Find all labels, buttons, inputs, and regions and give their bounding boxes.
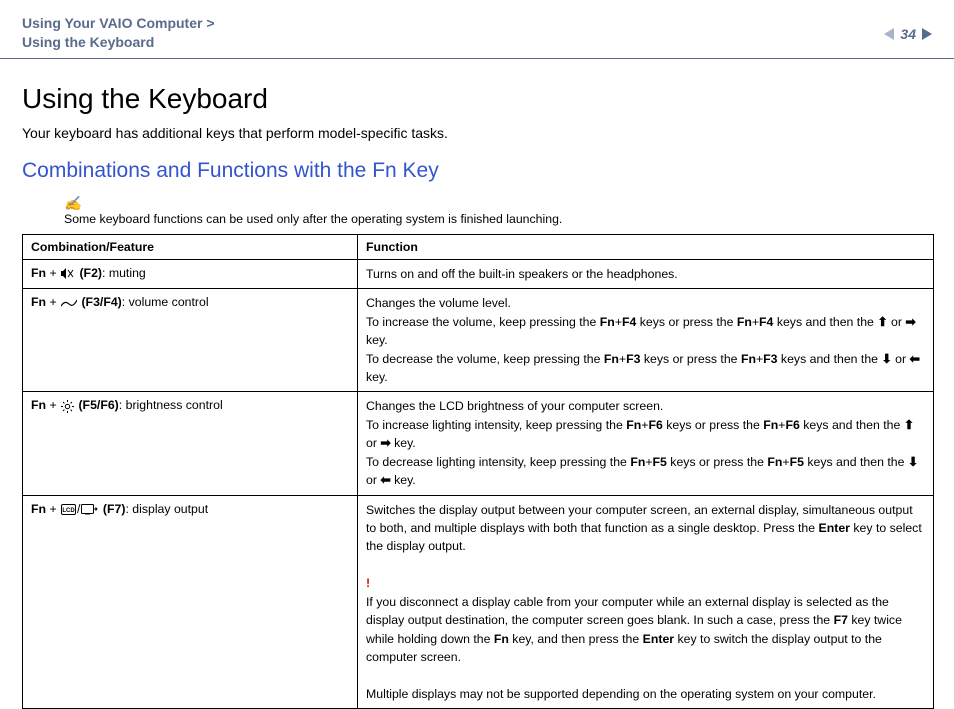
cell-function: Switches the display output between your…	[358, 495, 934, 709]
arrow-up-icon: ⬆	[877, 315, 887, 329]
table-row: Fn + (F2): muting Turns on and off the b…	[23, 259, 934, 288]
cell-combination: Fn + (F3/F4): volume control	[23, 289, 358, 392]
page-number: 34	[900, 26, 916, 42]
table-row: Fn + (F5/F6): brightness control Changes…	[23, 392, 934, 495]
fn-key-label: Fn	[31, 398, 46, 412]
arrow-down-icon: ⬇	[908, 455, 918, 469]
fn-key-label: Fn	[31, 502, 46, 516]
intro-text: Your keyboard has additional keys that p…	[22, 125, 932, 141]
col-header-function: Function	[358, 234, 934, 259]
volume-icon	[61, 298, 77, 308]
key-name: (F3/F4)	[78, 295, 122, 309]
arrow-left-icon: ⬅	[910, 352, 920, 366]
table-row: Fn + LCD/ (F7): display output Switches …	[23, 495, 934, 709]
arrow-left-icon: ⬅	[380, 473, 390, 487]
fn-key-table: Combination/Feature Function Fn + (F2): …	[22, 234, 934, 709]
cell-function: Turns on and off the built-in speakers o…	[358, 259, 934, 288]
mute-icon	[61, 268, 75, 279]
key-name: (F5/F6)	[75, 398, 119, 412]
cell-combination: Fn + (F2): muting	[23, 259, 358, 288]
fn-key-label: Fn	[31, 295, 46, 309]
arrow-down-icon: ⬇	[881, 352, 891, 366]
breadcrumb-line-2: Using the Keyboard	[22, 33, 215, 52]
fn-key-label: Fn	[31, 266, 46, 280]
lcd-icon: LCD	[61, 504, 76, 515]
table-row: Fn + (F3/F4): volume control Changes the…	[23, 289, 934, 392]
breadcrumb-line-1: Using Your VAIO Computer >	[22, 14, 215, 33]
note-block: ✍ Some keyboard functions can be used on…	[64, 195, 932, 226]
table-header-row: Combination/Feature Function	[23, 234, 934, 259]
key-name: (F7)	[99, 502, 125, 516]
arrow-up-icon: ⬆	[904, 418, 914, 432]
cell-combination: Fn + (F5/F6): brightness control	[23, 392, 358, 495]
page-nav: 34	[884, 26, 932, 42]
page-content: Using the Keyboard Your keyboard has add…	[0, 59, 954, 709]
arrow-right-icon: ➡	[380, 436, 390, 450]
breadcrumb: Using Your VAIO Computer > Using the Key…	[22, 14, 215, 52]
col-header-combination: Combination/Feature	[23, 234, 358, 259]
page-title: Using the Keyboard	[22, 83, 932, 115]
prev-page-arrow-icon[interactable]	[884, 28, 894, 40]
cell-combination: Fn + LCD/ (F7): display output	[23, 495, 358, 709]
pencil-note-icon: ✍	[64, 195, 81, 212]
note-text: Some keyboard functions can be used only…	[64, 212, 932, 226]
svg-text:LCD: LCD	[62, 508, 75, 514]
external-display-icon	[81, 504, 98, 515]
cell-function: Changes the LCD brightness of your compu…	[358, 392, 934, 495]
cell-function: Changes the volume level. To increase th…	[358, 289, 934, 392]
section-heading: Combinations and Functions with the Fn K…	[22, 159, 932, 183]
page-header: Using Your VAIO Computer > Using the Key…	[0, 0, 954, 59]
key-name: (F2)	[76, 266, 102, 280]
next-page-arrow-icon[interactable]	[922, 28, 932, 40]
arrow-right-icon: ➡	[905, 315, 915, 329]
warning-icon: !	[366, 576, 370, 590]
brightness-icon	[61, 400, 74, 413]
